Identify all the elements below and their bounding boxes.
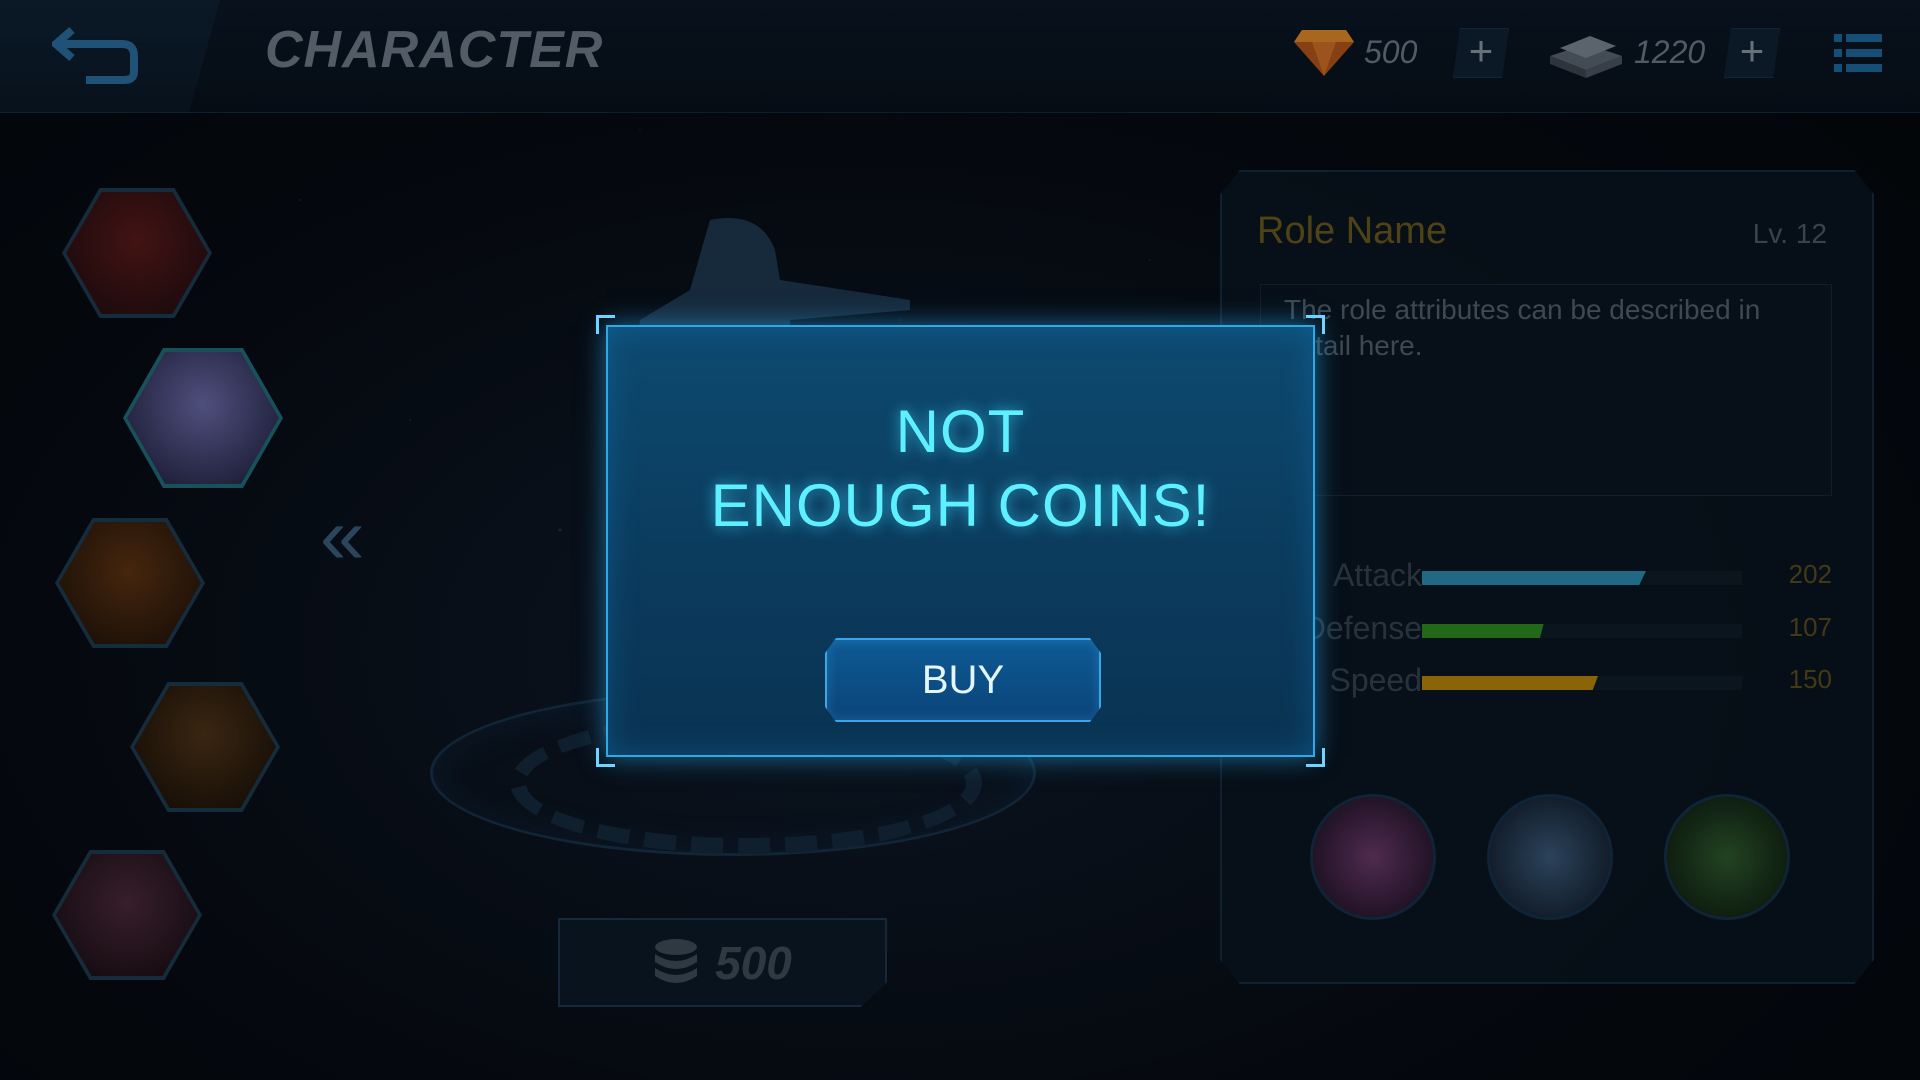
dialog-message-line1: NOT [895, 398, 1026, 465]
buy-button[interactable]: BUY [825, 638, 1101, 722]
dialog-message-line2: ENOUGH COINS! [710, 472, 1211, 539]
corner-bracket [596, 748, 615, 767]
not-enough-coins-dialog: NOT ENOUGH COINS! BUY [596, 315, 1325, 767]
corner-bracket [596, 315, 615, 334]
corner-bracket [1306, 748, 1325, 767]
dialog-message: NOT ENOUGH COINS! [608, 395, 1313, 543]
corner-bracket [1306, 315, 1325, 334]
